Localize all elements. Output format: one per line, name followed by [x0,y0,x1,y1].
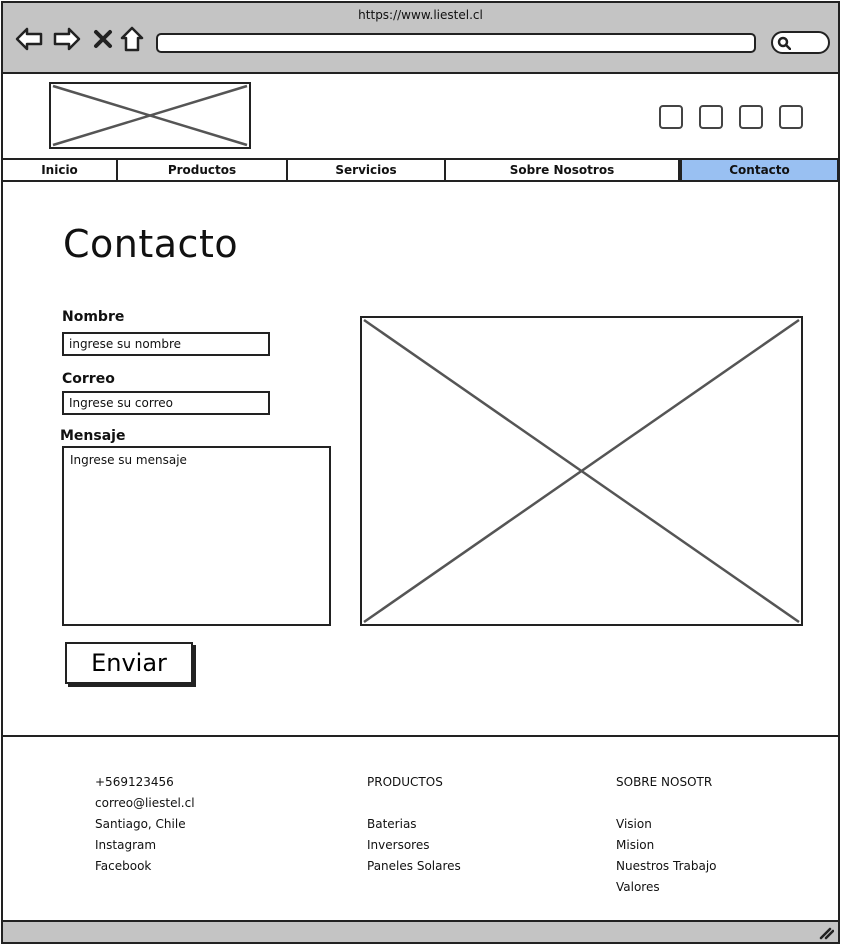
tab-sobre-nosotros[interactable]: Sobre Nosotros [446,160,680,180]
tab-servicios[interactable]: Servicios [288,160,446,180]
footer-link-vision[interactable]: Vision [616,817,717,838]
site-footer: +569123456 correo@liestel.cl Santiago, C… [3,735,839,921]
footer-products-column: PRODUCTOS Baterias Inversores Paneles So… [367,775,461,880]
message-label: Mensaje [60,428,126,444]
name-label: Nombre [62,309,125,325]
email-field[interactable] [62,391,270,415]
footer-contact-column: +569123456 correo@liestel.cl Santiago, C… [95,775,195,880]
footer-link-valores[interactable]: Valores [616,880,717,901]
back-arrow-icon[interactable] [15,25,43,53]
message-field[interactable] [62,446,331,626]
main-nav: Inicio Productos Servicios Sobre Nosotro… [3,158,839,182]
send-button[interactable]: Enviar [65,642,193,684]
search-icon [777,36,791,50]
social-icon-2[interactable] [699,105,723,129]
image-placeholder [360,316,803,626]
search-box[interactable] [771,31,830,54]
address-bar[interactable] [156,33,756,53]
browser-window: https://www.liestel.cl Inicio Productos [1,1,840,944]
browser-toolbar: https://www.liestel.cl [3,3,838,74]
footer-link-facebook[interactable]: Facebook [95,859,195,880]
social-icon-4[interactable] [779,105,803,129]
social-icon-3[interactable] [739,105,763,129]
footer-products-heading: PRODUCTOS [367,775,443,789]
close-icon[interactable] [89,25,117,53]
footer-link-mision[interactable]: Mision [616,838,717,859]
tab-productos[interactable]: Productos [118,160,288,180]
home-icon[interactable] [118,25,146,53]
footer-link-inversores[interactable]: Inversores [367,838,461,859]
logo-placeholder[interactable] [49,82,251,149]
url-title: https://www.liestel.cl [358,8,483,22]
footer-location: Santiago, Chile [95,817,186,831]
footer-about-column: SOBRE NOSOTR Vision Mision Nuestros Trab… [616,775,717,901]
page-title: Contacto [63,222,239,266]
resize-grip-icon[interactable] [818,926,834,940]
email-label: Correo [62,371,115,387]
footer-about-heading: SOBRE NOSOTR [616,775,713,789]
tab-contacto[interactable]: Contacto [680,158,839,182]
site-header [3,74,838,158]
footer-link-nuestros-trabajo[interactable]: Nuestros Trabajo [616,859,717,880]
browser-status-bar [3,920,838,942]
tab-inicio[interactable]: Inicio [3,160,118,180]
social-icon-1[interactable] [659,105,683,129]
forward-arrow-icon[interactable] [53,25,81,53]
footer-link-instagram[interactable]: Instagram [95,838,195,859]
footer-link-baterias[interactable]: Baterias [367,817,461,838]
footer-link-paneles-solares[interactable]: Paneles Solares [367,859,461,880]
footer-phone: +569123456 [95,775,174,789]
footer-email[interactable]: correo@liestel.cl [95,796,195,817]
name-field[interactable] [62,332,270,356]
